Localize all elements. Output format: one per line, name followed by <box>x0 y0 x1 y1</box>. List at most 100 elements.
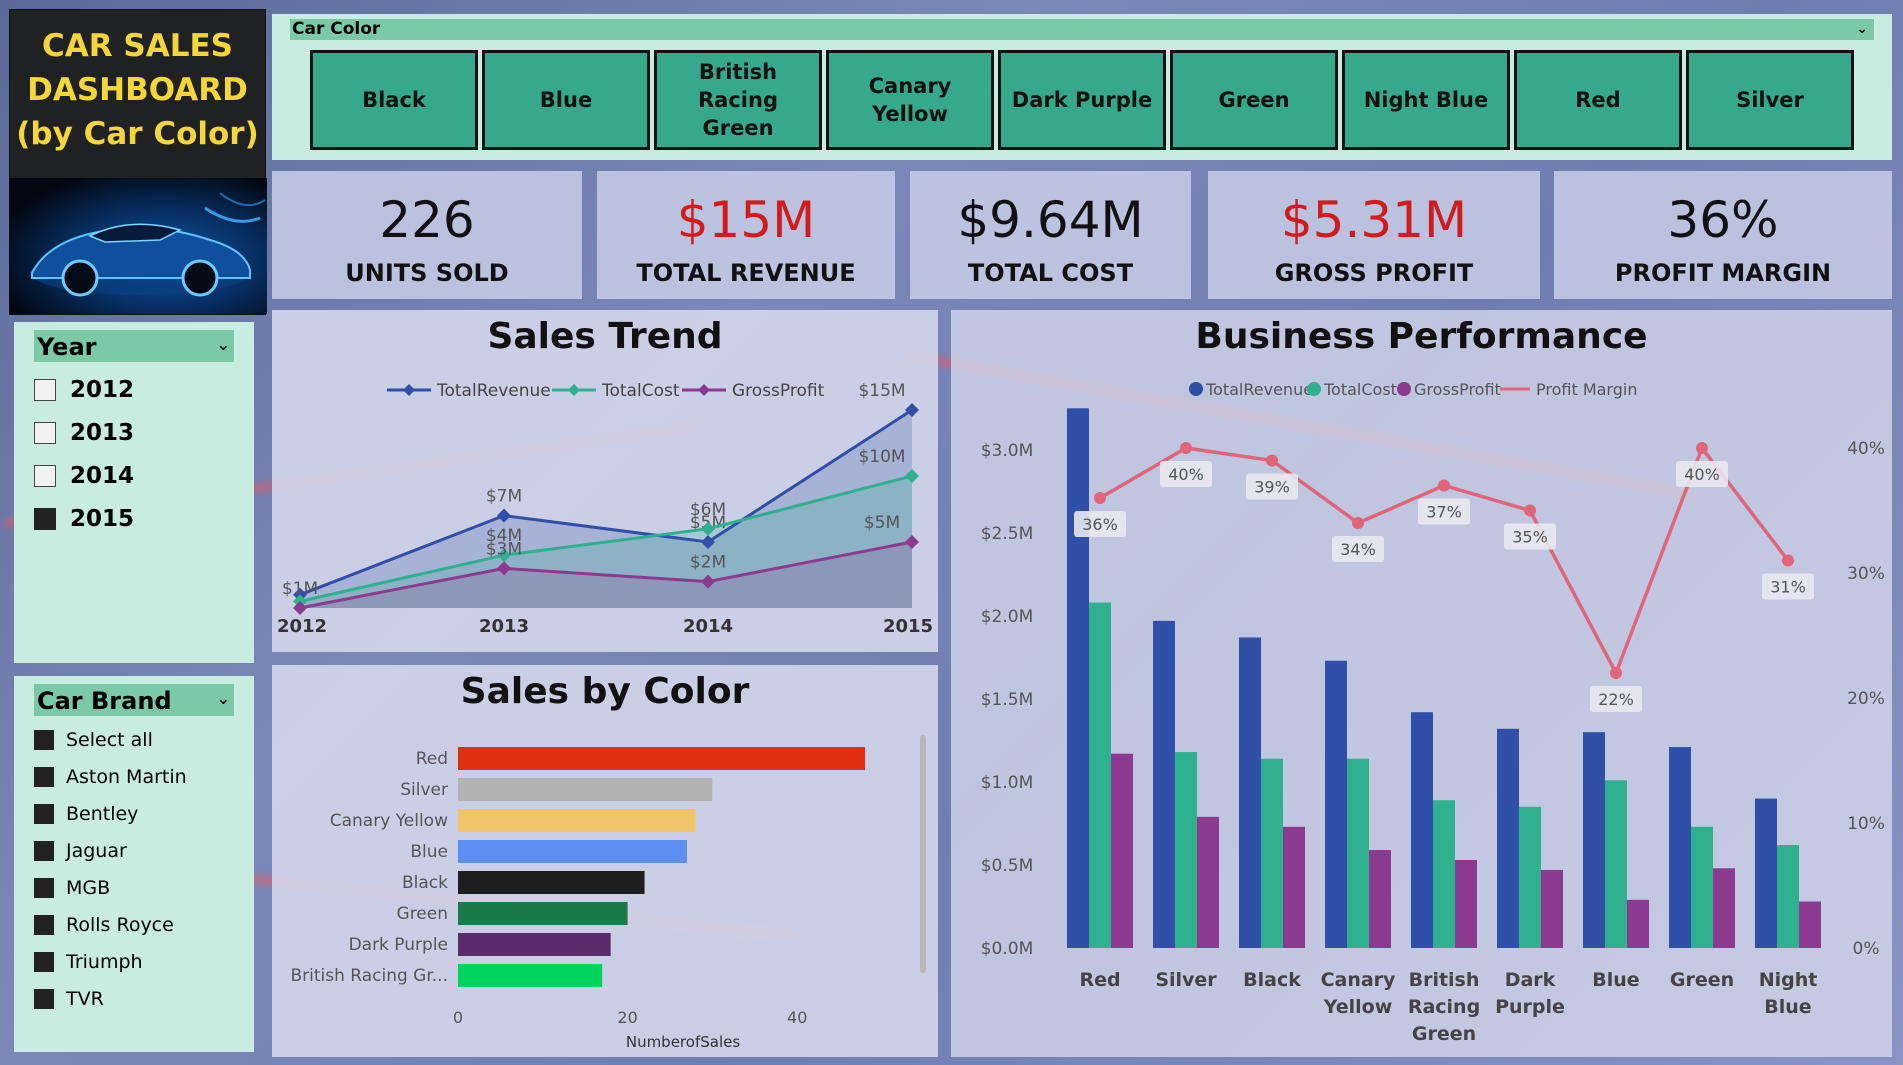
color-option-label: Black <box>362 88 426 112</box>
checkbox[interactable] <box>34 465 56 487</box>
data-label: $5M <box>864 513 900 533</box>
checkbox-checked[interactable] <box>34 989 54 1009</box>
car-brand-slicer-label: Car Brand <box>37 687 172 715</box>
x-tick-label: 2012 <box>277 616 327 637</box>
color-option-dark-purple[interactable]: Dark Purple <box>998 50 1166 150</box>
kpi-units-sold: 226 UNITS SOLD <box>272 171 582 299</box>
year-slicer-header[interactable]: Year ⌄ <box>34 330 234 362</box>
checkbox-checked[interactable] <box>34 915 54 935</box>
year-option-2015[interactable]: 2015 <box>34 506 134 532</box>
checkbox[interactable] <box>34 379 56 401</box>
bar-totalrevenue <box>1497 728 1519 948</box>
chevron-down-icon[interactable]: ⌄ <box>1856 19 1868 40</box>
color-option-canary-yellow[interactable]: Canary Yellow <box>826 50 994 150</box>
color-option-british-racing-green[interactable]: British Racing Green <box>654 50 822 150</box>
title-line-2: DASHBOARD <box>27 72 248 108</box>
checkbox-checked[interactable] <box>34 730 54 750</box>
chevron-down-icon[interactable]: ⌄ <box>217 328 230 362</box>
profit-margin-point <box>1610 667 1622 679</box>
profit-margin-point <box>1524 504 1536 517</box>
brand-option-mgb[interactable]: MGB <box>34 877 110 899</box>
x-tick-label: Canary <box>1321 969 1396 991</box>
brand-option-aston-martin[interactable]: Aston Martin <box>34 766 187 788</box>
year-option-2014[interactable]: 2014 <box>34 463 134 489</box>
data-label: 37% <box>1426 503 1462 522</box>
title-line-1: CAR SALES <box>42 28 233 64</box>
data-label: $15M <box>858 381 905 401</box>
legend-label: TotalRevenue <box>436 381 551 401</box>
bar-totalcost <box>1605 780 1627 948</box>
x-tick-label: Black <box>1243 969 1301 991</box>
color-option-label: British Racing Green <box>698 60 778 140</box>
y2-tick-label: 30% <box>1847 564 1885 584</box>
year-option-2013[interactable]: 2013 <box>34 420 134 446</box>
x-tick-label: Silver <box>1155 969 1217 991</box>
checkbox-checked[interactable] <box>34 878 54 898</box>
brand-option-label: MGB <box>66 877 111 899</box>
checkbox-checked[interactable] <box>34 767 54 787</box>
year-option-2012[interactable]: 2012 <box>34 377 134 403</box>
x-tick-label: Blue <box>1764 996 1811 1018</box>
category-label: Canary Yellow <box>330 811 448 831</box>
sales-by-color-panel: Sales by Color Red Silver Canary Yellow Blu… <box>272 665 938 1057</box>
x-tick-label: Purple <box>1495 996 1565 1018</box>
y-tick-label: $1.0M <box>981 773 1034 793</box>
x-tick-label: British <box>1409 969 1480 991</box>
checkbox-checked[interactable] <box>34 841 54 861</box>
checkbox[interactable] <box>34 422 56 444</box>
bar-totalcost <box>1261 758 1283 948</box>
legend-label: TotalCost <box>601 381 680 401</box>
sales-by-color-chart: Red Silver Canary Yellow Blue Black Green Dark… <box>290 735 926 1051</box>
legend-marker-totalrevenue <box>403 384 415 396</box>
kpi-value: $5.31M <box>1280 191 1468 249</box>
profit-margin-point <box>1782 554 1794 567</box>
color-option-black[interactable]: Black <box>310 50 478 150</box>
brand-option-jaguar[interactable]: Jaguar <box>34 840 127 862</box>
category-label: British Racing Gr... <box>290 966 448 986</box>
bar-totalcost <box>1175 752 1197 948</box>
color-option-silver[interactable]: Silver <box>1686 50 1854 150</box>
brand-option-bentley[interactable]: Bentley <box>34 803 138 825</box>
chevron-down-icon[interactable]: ⌄ <box>217 682 230 716</box>
x-tick-label: Green <box>1412 1023 1476 1045</box>
y2-tick-label: 40% <box>1847 439 1885 459</box>
checkbox-checked[interactable] <box>34 952 54 972</box>
color-option-label: Dark Purple <box>1011 88 1153 112</box>
color-option-green[interactable]: Green <box>1170 50 1338 150</box>
bar-totalrevenue <box>1755 798 1777 948</box>
kpi-gross-profit: $5.31M GROSS PROFIT <box>1208 171 1540 299</box>
brand-option-label: Select all <box>66 729 153 751</box>
y-tick-label: $0.5M <box>981 856 1034 876</box>
color-option-blue[interactable]: Blue <box>482 50 650 150</box>
brand-option-triumph[interactable]: Triumph <box>34 951 143 973</box>
y2-tick-label: 10% <box>1847 814 1885 834</box>
x-tick-label: Racing <box>1408 996 1480 1018</box>
brand-option-label: Triumph <box>66 951 143 973</box>
brand-option-select-all[interactable]: Select all <box>34 729 153 751</box>
checkbox-checked[interactable] <box>34 508 56 530</box>
bar-grossprofit <box>1541 869 1563 948</box>
bar-totalrevenue <box>1153 620 1175 948</box>
color-option-red[interactable]: Red <box>1514 50 1682 150</box>
y2-tick-label: 0% <box>1853 939 1880 959</box>
bar-grossprofit <box>1283 826 1305 948</box>
kpi-value: 36% <box>1667 191 1779 249</box>
color-option-night-blue[interactable]: Night Blue <box>1342 50 1510 150</box>
kpi-profit-margin: 36% PROFIT MARGIN <box>1554 171 1892 299</box>
legend-label: TotalCost <box>1323 380 1397 399</box>
bar-british-racing-gr- <box>458 964 603 987</box>
kpi-value: $9.64M <box>957 191 1144 249</box>
bar-totalcost <box>1519 806 1541 948</box>
brand-option-rolls-royce[interactable]: Rolls Royce <box>34 914 174 936</box>
bar-totalrevenue <box>1669 747 1691 948</box>
brand-option-tvr[interactable]: TVR <box>34 988 104 1010</box>
car-brand-slicer-header[interactable]: Car Brand ⌄ <box>34 684 234 716</box>
bar-totalcost <box>1347 758 1369 948</box>
dashboard-title: CAR SALES DASHBOARD (by Car Color) <box>10 24 265 156</box>
color-option-label: Red <box>1575 88 1621 112</box>
car-color-slicer-header[interactable]: Car Color ⌄ <box>290 19 1874 40</box>
data-label: 35% <box>1512 528 1548 547</box>
car-color-label: Car Color <box>292 19 381 39</box>
checkbox-checked[interactable] <box>34 804 54 824</box>
bar-totalrevenue <box>1239 637 1261 948</box>
